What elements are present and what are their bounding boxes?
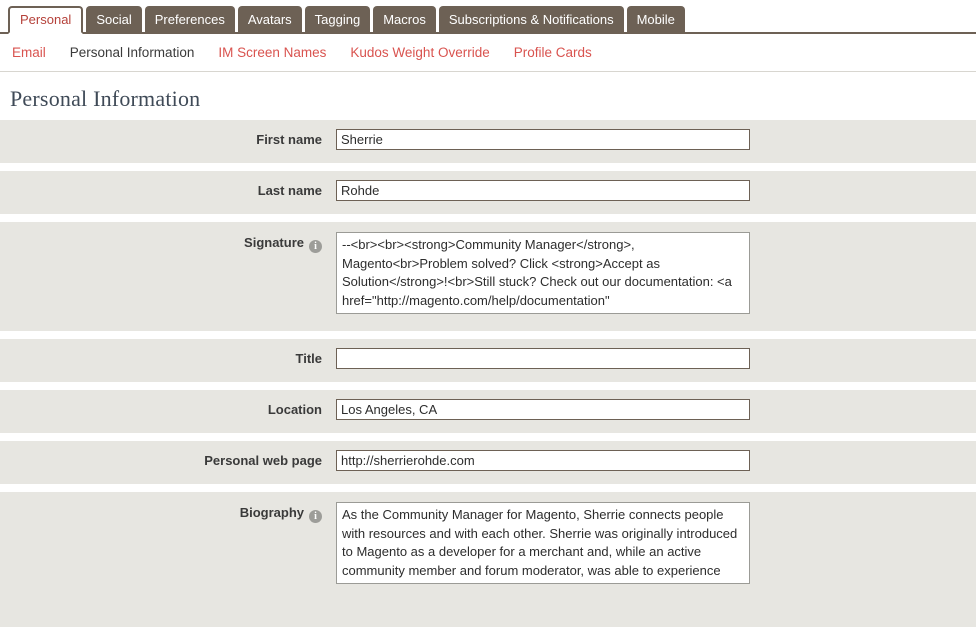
signature-label: Signature i	[0, 232, 322, 253]
signature-textarea[interactable]: --<br><br><strong>Community Manager</str…	[336, 232, 750, 314]
title-field-wrap	[322, 348, 750, 369]
location-input[interactable]	[336, 399, 750, 420]
tab-tagging[interactable]: Tagging	[304, 6, 371, 34]
title-label: Title	[295, 351, 323, 366]
tab-label: Subscriptions & Notifications	[448, 12, 614, 27]
page-bottom-filler	[0, 601, 976, 627]
tab-avatars[interactable]: Avatars	[237, 6, 302, 34]
form-row-biography: Biography i As the Community Manager for …	[0, 492, 976, 601]
tab-label: Mobile	[636, 12, 675, 27]
first-name-field-wrap	[322, 129, 750, 150]
page-title: Personal Information	[10, 86, 201, 111]
subnav-link-personal-information[interactable]: Personal Information	[70, 45, 195, 60]
tab-preferences[interactable]: Preferences	[144, 6, 235, 34]
tab-label: Social	[96, 12, 132, 27]
personal-web-page-label: Personal web page	[204, 453, 322, 468]
form-row-title: Title	[0, 339, 976, 382]
tab-label: Personal	[20, 12, 72, 27]
tab-label: Preferences	[154, 12, 225, 27]
secondary-nav: Email Personal Information IM Screen Names…	[0, 34, 976, 72]
info-icon[interactable]: i	[309, 510, 322, 523]
tab-social[interactable]: Social	[86, 6, 142, 34]
last-name-input[interactable]	[336, 180, 750, 201]
biography-textarea[interactable]: As the Community Manager for Magento, Sh…	[336, 502, 750, 584]
subnav-link-profile-cards[interactable]: Profile Cards	[514, 45, 592, 60]
biography-field-wrap: As the Community Manager for Magento, Sh…	[322, 502, 750, 587]
first-name-input[interactable]	[336, 129, 750, 150]
primary-tab-bar: Personal Social Preferences Avatars Tagging M…	[0, 0, 976, 34]
personal-web-page-input[interactable]	[336, 450, 750, 471]
info-icon[interactable]: i	[309, 240, 322, 253]
tab-subscriptions-notifications[interactable]: Subscriptions & Notifications	[438, 6, 624, 34]
tab-label: Tagging	[314, 12, 361, 27]
personal-information-form: First name Last name Signaturei --<br><b…	[0, 120, 976, 627]
tab-label: Avatars	[247, 12, 292, 27]
form-row-last-name: Last name	[0, 171, 976, 214]
subnav-link-email[interactable]: Email	[12, 45, 46, 60]
first-name-label: First name	[256, 132, 322, 147]
title-input[interactable]	[336, 348, 750, 369]
tab-label: Macros	[383, 12, 426, 27]
location-field-wrap	[322, 399, 750, 420]
form-row-personal-web-page: Personal web page	[0, 441, 976, 484]
subnav-link-kudos-weight-override[interactable]: Kudos Weight Override	[350, 45, 489, 60]
last-name-field-wrap	[322, 180, 750, 201]
personal-web-page-field-wrap	[322, 450, 750, 471]
tab-macros[interactable]: Macros	[373, 6, 436, 34]
form-row-location: Location	[0, 390, 976, 433]
form-row-signature: Signature i --<br><br><strong>Community M…	[0, 222, 976, 331]
form-row-first-name: First name	[0, 120, 976, 163]
biography-label: Biography i	[0, 502, 322, 523]
last-name-label: Last name	[257, 183, 322, 198]
tab-personal[interactable]: Personal	[8, 6, 84, 34]
location-label: Location	[267, 402, 322, 417]
tab-mobile[interactable]: Mobile	[626, 6, 685, 34]
subnav-link-im-screen-names[interactable]: IM Screen Names	[218, 45, 326, 60]
signature-field-wrap: --<br><br><strong>Community Manager</str…	[322, 232, 750, 317]
